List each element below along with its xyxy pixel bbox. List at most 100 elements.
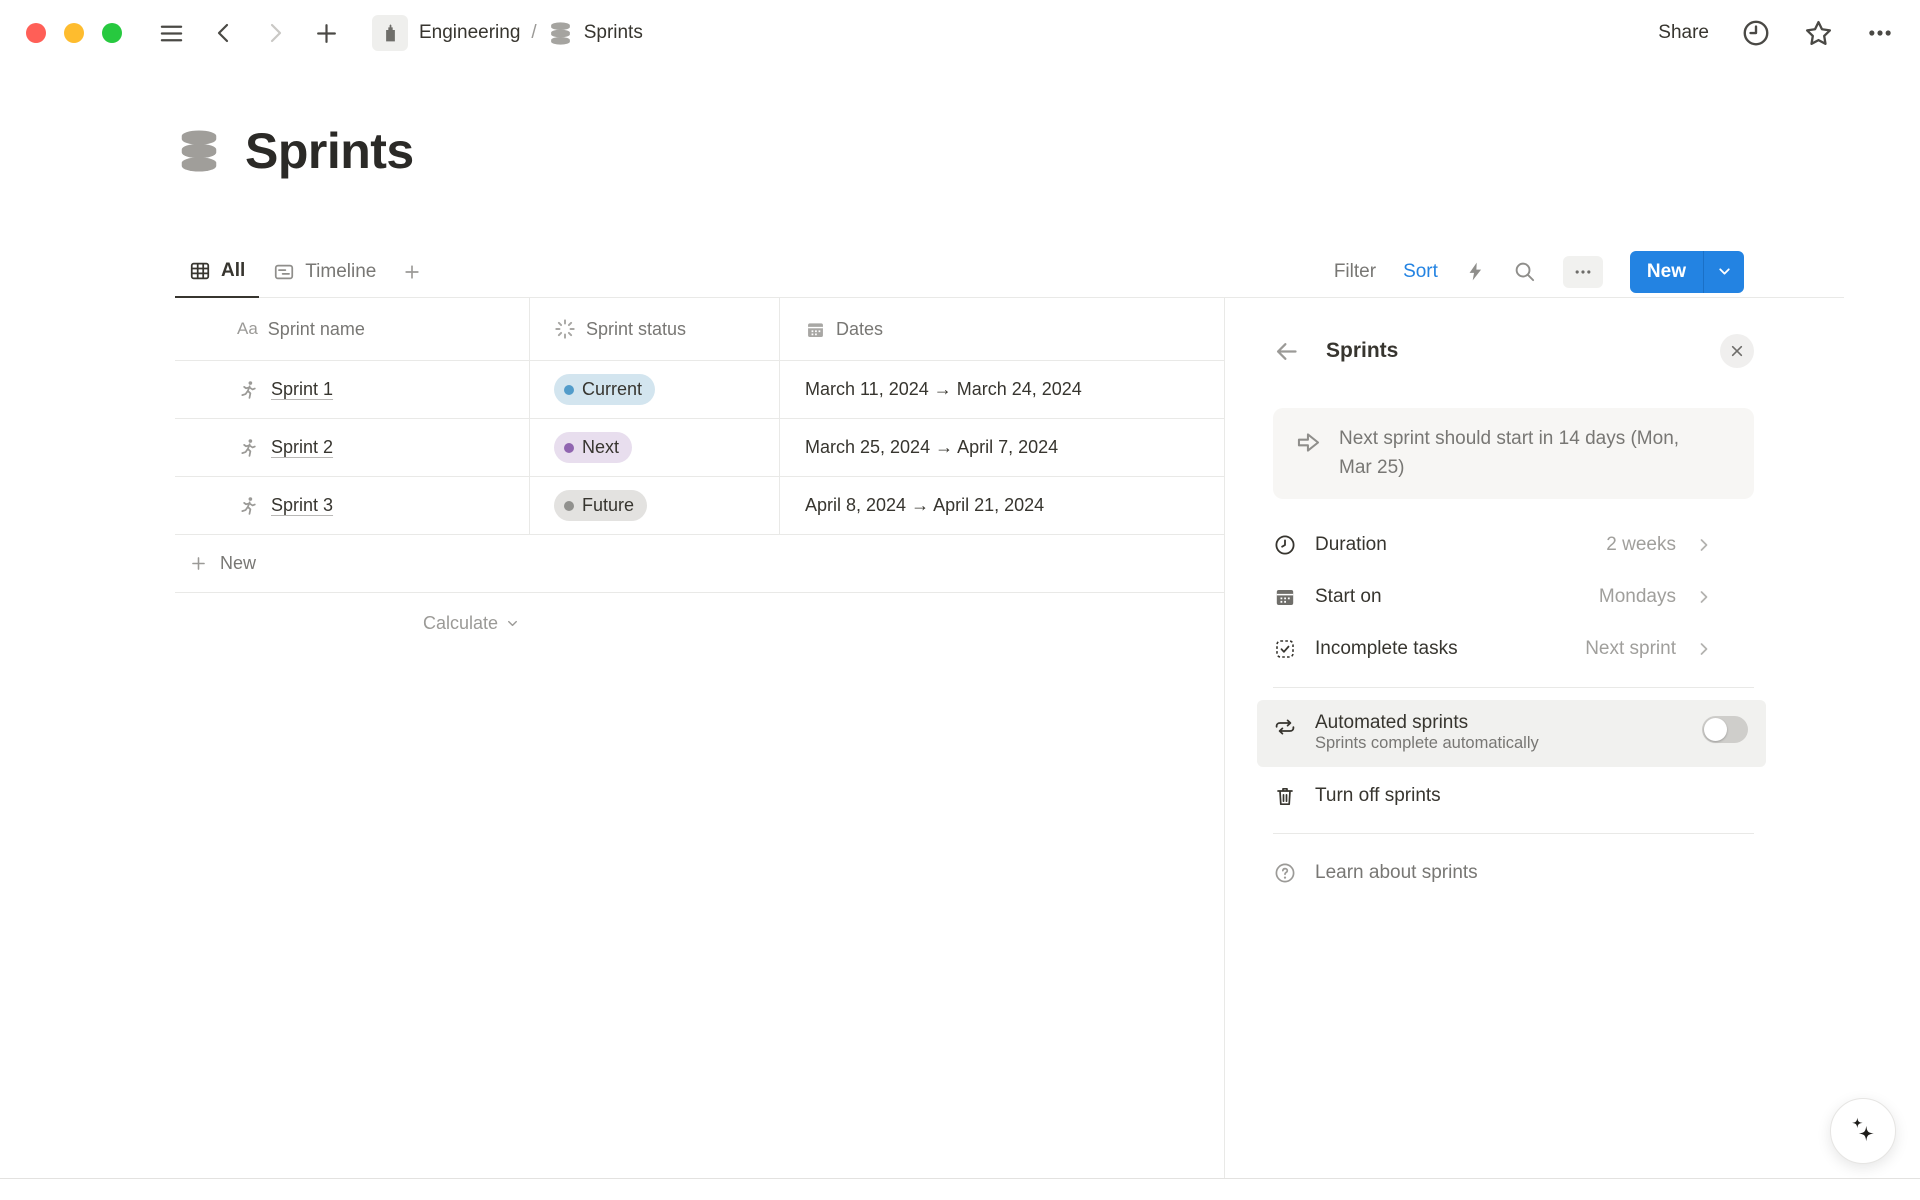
updates-clock-icon[interactable] xyxy=(1741,18,1771,48)
table-view-icon xyxy=(189,260,211,282)
database-icon xyxy=(548,21,573,46)
setting-incomplete-tasks[interactable]: Incomplete tasks Next sprint xyxy=(1273,623,1754,675)
sprint-status-cell[interactable]: Current xyxy=(530,361,780,418)
status-badge: Next xyxy=(554,432,632,463)
status-dot xyxy=(564,385,574,395)
forward-navigation-icon[interactable] xyxy=(263,21,287,45)
automated-sprints-description: Sprints complete automatically xyxy=(1315,734,1539,752)
status-label: Future xyxy=(582,495,634,516)
column-header-sprint-name[interactable]: Aa Sprint name xyxy=(175,298,530,360)
status-property-icon xyxy=(554,318,576,340)
tab-timeline[interactable]: Timeline xyxy=(259,246,390,297)
automated-sprints-label: Automated sprints xyxy=(1315,712,1468,733)
sprint-name-link[interactable]: Sprint 1 xyxy=(271,379,333,400)
main-area: Aa Sprint name Sprint status Dates xyxy=(175,298,1844,1178)
sprint-name-cell[interactable]: Sprint 2 xyxy=(175,419,530,476)
back-navigation-icon[interactable] xyxy=(212,21,236,45)
filter-button[interactable]: Filter xyxy=(1334,261,1376,283)
sprint-status-cell[interactable]: Next xyxy=(530,419,780,476)
sprint-name-link[interactable]: Sprint 3 xyxy=(271,495,333,516)
sprint-name-link[interactable]: Sprint 2 xyxy=(271,437,333,458)
breadcrumb: Engineering / Sprints xyxy=(372,15,643,51)
dates-cell[interactable]: March 25, 2024 → April 7, 2024 xyxy=(780,419,1224,476)
favorite-star-icon[interactable] xyxy=(1803,18,1834,49)
learn-about-sprints-label: Learn about sprints xyxy=(1315,862,1478,884)
dashed-checkbox-icon xyxy=(1273,637,1297,661)
search-icon[interactable] xyxy=(1513,260,1536,283)
page-title: Sprints xyxy=(245,122,414,180)
minimize-window-button[interactable] xyxy=(64,23,84,43)
window-title-bar: Engineering / Sprints Share xyxy=(0,0,1920,66)
close-icon xyxy=(1729,343,1745,359)
automated-sprints-toggle[interactable] xyxy=(1702,716,1748,743)
tab-all[interactable]: All xyxy=(175,247,259,298)
new-page-icon[interactable] xyxy=(314,21,339,46)
view-tab-bar: All Timeline Filter Sort xyxy=(175,246,1844,298)
date-range: March 11, 2024 → March 24, 2024 xyxy=(805,379,1082,400)
more-options-icon[interactable] xyxy=(1866,19,1894,47)
sprint-status-cell[interactable]: Future xyxy=(530,477,780,534)
page-content: Sprints All Timeline Filter Sort xyxy=(175,66,1844,1200)
share-button[interactable]: Share xyxy=(1658,22,1709,44)
learn-about-sprints-link[interactable]: Learn about sprints xyxy=(1273,846,1754,900)
dates-cell[interactable]: April 8, 2024 → April 21, 2024 xyxy=(780,477,1224,534)
page-title-row: Sprints xyxy=(175,122,414,180)
status-dot xyxy=(564,501,574,511)
setting-label: Duration xyxy=(1315,534,1387,556)
calculate-dropdown[interactable]: Calculate xyxy=(175,593,530,653)
table-row: Sprint 1 Current March 11, 2024 → March … xyxy=(175,361,1224,419)
tab-timeline-label: Timeline xyxy=(305,261,376,283)
zoom-window-button[interactable] xyxy=(102,23,122,43)
workspace-building-icon[interactable] xyxy=(372,15,408,51)
automated-sprints-row[interactable]: Automated sprints Sprints complete autom… xyxy=(1257,700,1766,767)
column-label: Dates xyxy=(836,319,883,340)
breadcrumb-page[interactable]: Sprints xyxy=(584,22,643,44)
automations-lightning-icon[interactable] xyxy=(1465,261,1486,282)
sidebar-menu-icon[interactable] xyxy=(158,20,185,47)
view-more-options-button[interactable] xyxy=(1563,256,1603,288)
notion-ai-button[interactable] xyxy=(1830,1098,1896,1164)
sprint-settings-list: Duration 2 weeks Start on Mondays xyxy=(1273,519,1754,675)
chevron-right-icon xyxy=(1694,535,1714,555)
panel-divider xyxy=(1273,687,1754,688)
arrow-right-outline-icon xyxy=(1295,429,1322,456)
timeline-view-icon xyxy=(273,261,295,283)
setting-start-on[interactable]: Start on Mondays xyxy=(1273,571,1754,623)
panel-header: Sprints xyxy=(1273,334,1754,368)
column-label: Sprint status xyxy=(586,319,686,340)
panel-close-button[interactable] xyxy=(1720,334,1754,368)
running-person-icon xyxy=(237,495,259,517)
trash-icon xyxy=(1273,784,1297,808)
traffic-lights xyxy=(26,23,122,43)
new-button-dropdown[interactable] xyxy=(1704,251,1744,293)
sprint-name-cell[interactable]: Sprint 3 xyxy=(175,477,530,534)
setting-value: Next sprint xyxy=(1585,638,1676,660)
setting-label: Start on xyxy=(1315,586,1382,608)
sprint-settings-panel: Sprints Next sprint should start in 14 d… xyxy=(1224,298,1844,1178)
sprints-table: Aa Sprint name Sprint status Dates xyxy=(175,298,1224,1178)
chevron-right-icon xyxy=(1694,639,1714,659)
add-view-button[interactable] xyxy=(390,246,434,297)
next-sprint-callout: Next sprint should start in 14 days (Mon… xyxy=(1273,408,1754,499)
panel-divider xyxy=(1273,833,1754,834)
new-record-button[interactable]: New xyxy=(1630,251,1703,293)
chevron-right-icon xyxy=(1694,587,1714,607)
sprint-name-cell[interactable]: Sprint 1 xyxy=(175,361,530,418)
new-row-button[interactable]: New xyxy=(175,535,1224,593)
turn-off-sprints-button[interactable]: Turn off sprints xyxy=(1273,771,1754,821)
breadcrumb-workspace[interactable]: Engineering xyxy=(419,22,520,44)
sort-button[interactable]: Sort xyxy=(1403,261,1438,283)
column-header-dates[interactable]: Dates xyxy=(780,298,1224,360)
panel-back-arrow-icon[interactable] xyxy=(1273,338,1300,365)
plus-icon xyxy=(189,554,208,573)
status-label: Next xyxy=(582,437,619,458)
column-header-sprint-status[interactable]: Sprint status xyxy=(530,298,780,360)
close-window-button[interactable] xyxy=(26,23,46,43)
running-person-icon xyxy=(237,437,259,459)
panel-title: Sprints xyxy=(1326,339,1398,363)
dates-cell[interactable]: March 11, 2024 → March 24, 2024 xyxy=(780,361,1224,418)
setting-duration[interactable]: Duration 2 weeks xyxy=(1273,519,1754,571)
help-circle-icon xyxy=(1273,861,1297,885)
table-row: Sprint 2 Next March 25, 2024 → April 7, … xyxy=(175,419,1224,477)
status-dot xyxy=(564,443,574,453)
